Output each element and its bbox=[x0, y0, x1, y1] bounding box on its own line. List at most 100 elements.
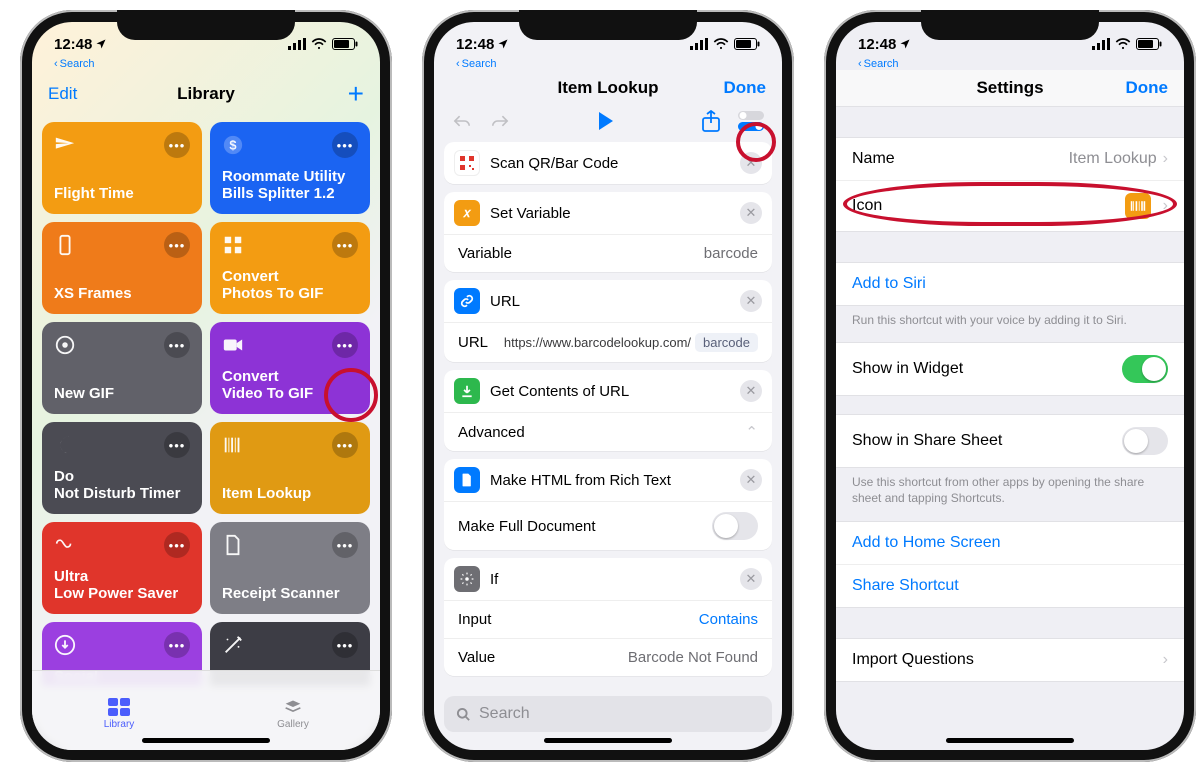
tile-label: Convert Video To GIF bbox=[222, 368, 358, 403]
row-show-widget[interactable]: Show in Widget bbox=[836, 343, 1184, 395]
tile-more-button[interactable]: ••• bbox=[332, 232, 358, 258]
home-indicator[interactable] bbox=[142, 738, 270, 743]
shortcut-tile[interactable]: •••Ultra Low Power Saver bbox=[42, 522, 202, 614]
remove-action-button[interactable]: ✕ bbox=[740, 380, 762, 402]
action-title: Set Variable bbox=[490, 205, 730, 222]
url-token[interactable]: barcode bbox=[695, 333, 758, 352]
undo-button[interactable] bbox=[452, 113, 472, 129]
tile-more-button[interactable]: ••• bbox=[332, 632, 358, 658]
tile-more-button[interactable]: ••• bbox=[164, 632, 190, 658]
qr-icon bbox=[454, 150, 480, 176]
phone-icon bbox=[54, 234, 76, 256]
action-set-variable[interactable]: 𝑥Set Variable✕ Variablebarcode bbox=[444, 192, 772, 272]
if-value[interactable]: Barcode Not Found bbox=[628, 649, 758, 666]
advanced-toggle[interactable]: Advanced⌃ bbox=[444, 412, 772, 451]
home-indicator[interactable] bbox=[946, 738, 1074, 743]
tile-label: Convert Photos To GIF bbox=[222, 268, 358, 303]
shortcut-tile[interactable]: ••• New GIF bbox=[42, 322, 202, 414]
location-icon bbox=[497, 38, 509, 50]
action-url[interactable]: URL✕ URLhttps://www.barcodelookup.com/ba… bbox=[444, 280, 772, 362]
chevron-left-icon: ‹ bbox=[858, 58, 862, 70]
add-button[interactable]: + bbox=[304, 78, 364, 110]
chevron-up-icon: ⌃ bbox=[745, 423, 758, 441]
redo-button[interactable] bbox=[490, 113, 510, 129]
url-value[interactable]: https://www.barcodelookup.com/ bbox=[504, 335, 691, 350]
remove-action-button[interactable]: ✕ bbox=[740, 152, 762, 174]
wand-icon bbox=[222, 634, 244, 656]
shortcut-tile[interactable]: •••Item Lookup bbox=[210, 422, 370, 514]
tile-label: Do Not Disturb Timer bbox=[54, 468, 190, 503]
barcode-icon bbox=[1125, 193, 1151, 219]
wifi-icon bbox=[311, 38, 327, 50]
shortcut-tile[interactable]: ••• Do Not Disturb Timer bbox=[42, 422, 202, 514]
remove-action-button[interactable]: ✕ bbox=[740, 568, 762, 590]
tile-more-button[interactable]: ••• bbox=[332, 532, 358, 558]
shortcut-tile[interactable]: •••XS Frames bbox=[42, 222, 202, 314]
tile-label: Flight Time bbox=[54, 185, 190, 202]
remove-action-button[interactable]: ✕ bbox=[740, 202, 762, 224]
tile-more-button[interactable]: ••• bbox=[332, 132, 358, 158]
widget-toggle[interactable] bbox=[1122, 355, 1168, 383]
chevron-left-icon: ‹ bbox=[456, 58, 460, 70]
shortcut-tile[interactable]: $•••Roommate Utility Bills Splitter 1.2 bbox=[210, 122, 370, 214]
action-if[interactable]: If✕ InputContains ValueBarcode Not Found bbox=[444, 558, 772, 676]
shortcut-tile[interactable]: ••• Flight Time bbox=[42, 122, 202, 214]
row-name[interactable]: NameItem Lookup› bbox=[836, 138, 1184, 180]
variable-icon: 𝑥 bbox=[454, 200, 480, 226]
notch bbox=[519, 10, 697, 40]
target-icon bbox=[54, 334, 76, 356]
row-import-questions[interactable]: Import Questions› bbox=[836, 639, 1184, 681]
home-indicator[interactable] bbox=[544, 738, 672, 743]
tile-more-button[interactable]: ••• bbox=[164, 132, 190, 158]
param-value[interactable]: barcode bbox=[704, 245, 758, 262]
remove-action-button[interactable]: ✕ bbox=[740, 290, 762, 312]
screen: 12:48 ‹ Search Edit Library + •••Flight … bbox=[32, 22, 380, 750]
remove-action-button[interactable]: ✕ bbox=[740, 469, 762, 491]
back-to-search[interactable]: ‹Search bbox=[836, 58, 1184, 70]
action-make-html[interactable]: Make HTML from Rich Text✕ Make Full Docu… bbox=[444, 459, 772, 550]
shortcut-tile[interactable]: ••• Convert Photos To GIF bbox=[210, 222, 370, 314]
share-sheet-toggle[interactable] bbox=[1122, 427, 1168, 455]
tab-label: Gallery bbox=[277, 719, 309, 730]
dollar-icon: $ bbox=[222, 134, 244, 156]
edit-button[interactable]: Edit bbox=[48, 84, 108, 104]
row-add-home-screen[interactable]: Add to Home Screen bbox=[836, 522, 1184, 564]
back-to-search[interactable]: ‹Search bbox=[434, 58, 782, 70]
search-icon bbox=[456, 707, 471, 722]
action-search[interactable]: Search bbox=[444, 696, 772, 732]
tile-more-button[interactable]: ••• bbox=[164, 432, 190, 458]
back-to-search[interactable]: ‹ Search bbox=[32, 58, 380, 70]
full-document-toggle[interactable] bbox=[712, 512, 758, 540]
battery-icon bbox=[332, 38, 358, 50]
row-show-share-sheet[interactable]: Show in Share Sheet bbox=[836, 415, 1184, 467]
tile-more-button[interactable]: ••• bbox=[164, 232, 190, 258]
tile-more-button[interactable]: ••• bbox=[164, 332, 190, 358]
siri-note: Run this shortcut with your voice by add… bbox=[836, 306, 1184, 342]
done-button[interactable]: Done bbox=[706, 78, 766, 98]
settings-toggle-button[interactable] bbox=[738, 111, 764, 131]
nav-bar: Item Lookup Done bbox=[434, 70, 782, 106]
done-button[interactable]: Done bbox=[1108, 78, 1168, 98]
action-scan[interactable]: Scan QR/Bar Code✕ bbox=[444, 142, 772, 184]
action-get-contents[interactable]: Get Contents of URL✕ Advanced⌃ bbox=[444, 370, 772, 451]
tile-more-button[interactable]: ••• bbox=[332, 432, 358, 458]
tile-label: New GIF bbox=[54, 385, 190, 402]
row-share-shortcut[interactable]: Share Shortcut bbox=[836, 564, 1184, 607]
if-condition[interactable]: Contains bbox=[699, 611, 758, 628]
location-icon bbox=[95, 38, 107, 50]
row-icon[interactable]: Icon› bbox=[836, 180, 1184, 231]
nav-bar: Settings Done bbox=[836, 70, 1184, 107]
shortcut-tile[interactable]: •••Receipt Scanner bbox=[210, 522, 370, 614]
play-button[interactable] bbox=[597, 111, 615, 131]
status-time: 12:48 bbox=[858, 36, 896, 53]
chevron-right-icon: › bbox=[1163, 651, 1168, 669]
wifi-icon bbox=[713, 38, 729, 50]
tile-more-button[interactable]: ••• bbox=[332, 332, 358, 358]
share-button[interactable] bbox=[702, 110, 720, 132]
row-add-to-siri[interactable]: Add to Siri bbox=[836, 263, 1184, 305]
gallery-icon bbox=[282, 698, 304, 716]
action-title: Make HTML from Rich Text bbox=[490, 472, 730, 489]
battery-icon bbox=[734, 38, 760, 50]
tile-more-button[interactable]: ••• bbox=[164, 532, 190, 558]
shortcut-tile[interactable]: ••• Convert Video To GIF bbox=[210, 322, 370, 414]
